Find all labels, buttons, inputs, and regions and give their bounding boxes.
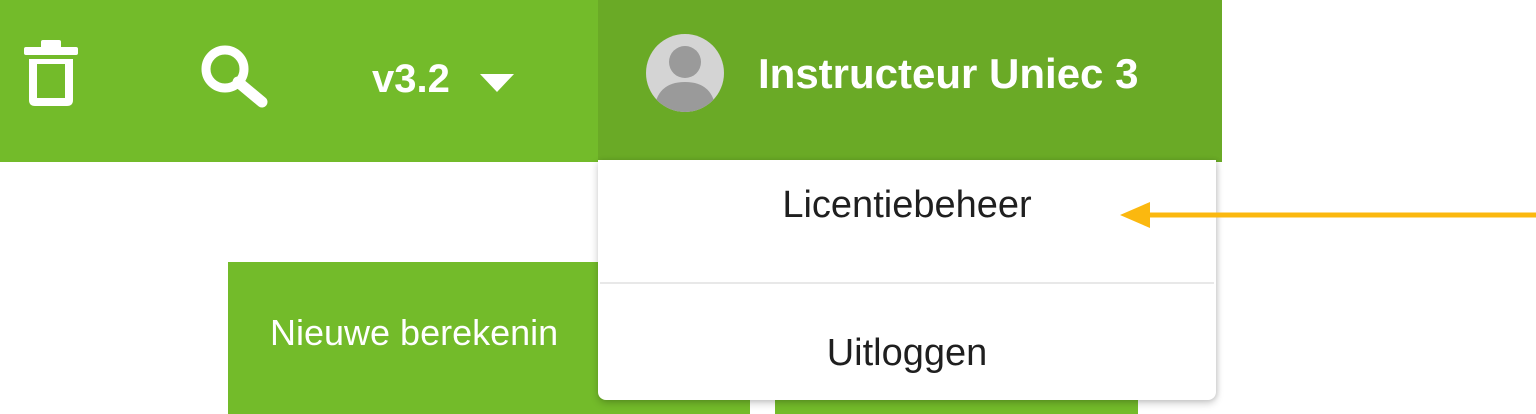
trash-icon[interactable] xyxy=(24,40,78,111)
search-icon[interactable] xyxy=(200,44,270,113)
menu-divider xyxy=(600,282,1214,284)
menu-item-label: Licentiebeheer xyxy=(782,184,1032,226)
version-selector[interactable]: v3.2 xyxy=(372,47,514,111)
new-calculation-label: Nieuwe berekenin xyxy=(270,312,559,353)
arrow-left-icon xyxy=(1120,200,1536,235)
user-name: Instructeur Uniec 3 xyxy=(758,50,1139,97)
menu-item-logout[interactable]: Uitloggen xyxy=(598,332,1216,375)
user-avatar-icon xyxy=(646,34,724,112)
version-label: v3.2 xyxy=(372,56,450,101)
user-dropdown-menu: Licentiebeheer Uitloggen xyxy=(598,160,1216,400)
menu-item-label: Uitloggen xyxy=(826,332,988,374)
top-navigation-bar: v3.2 Instructeur Uniec 3 xyxy=(0,0,1222,162)
caret-down-icon xyxy=(479,57,514,102)
user-menu-button[interactable]: Instructeur Uniec 3 xyxy=(598,0,1222,162)
